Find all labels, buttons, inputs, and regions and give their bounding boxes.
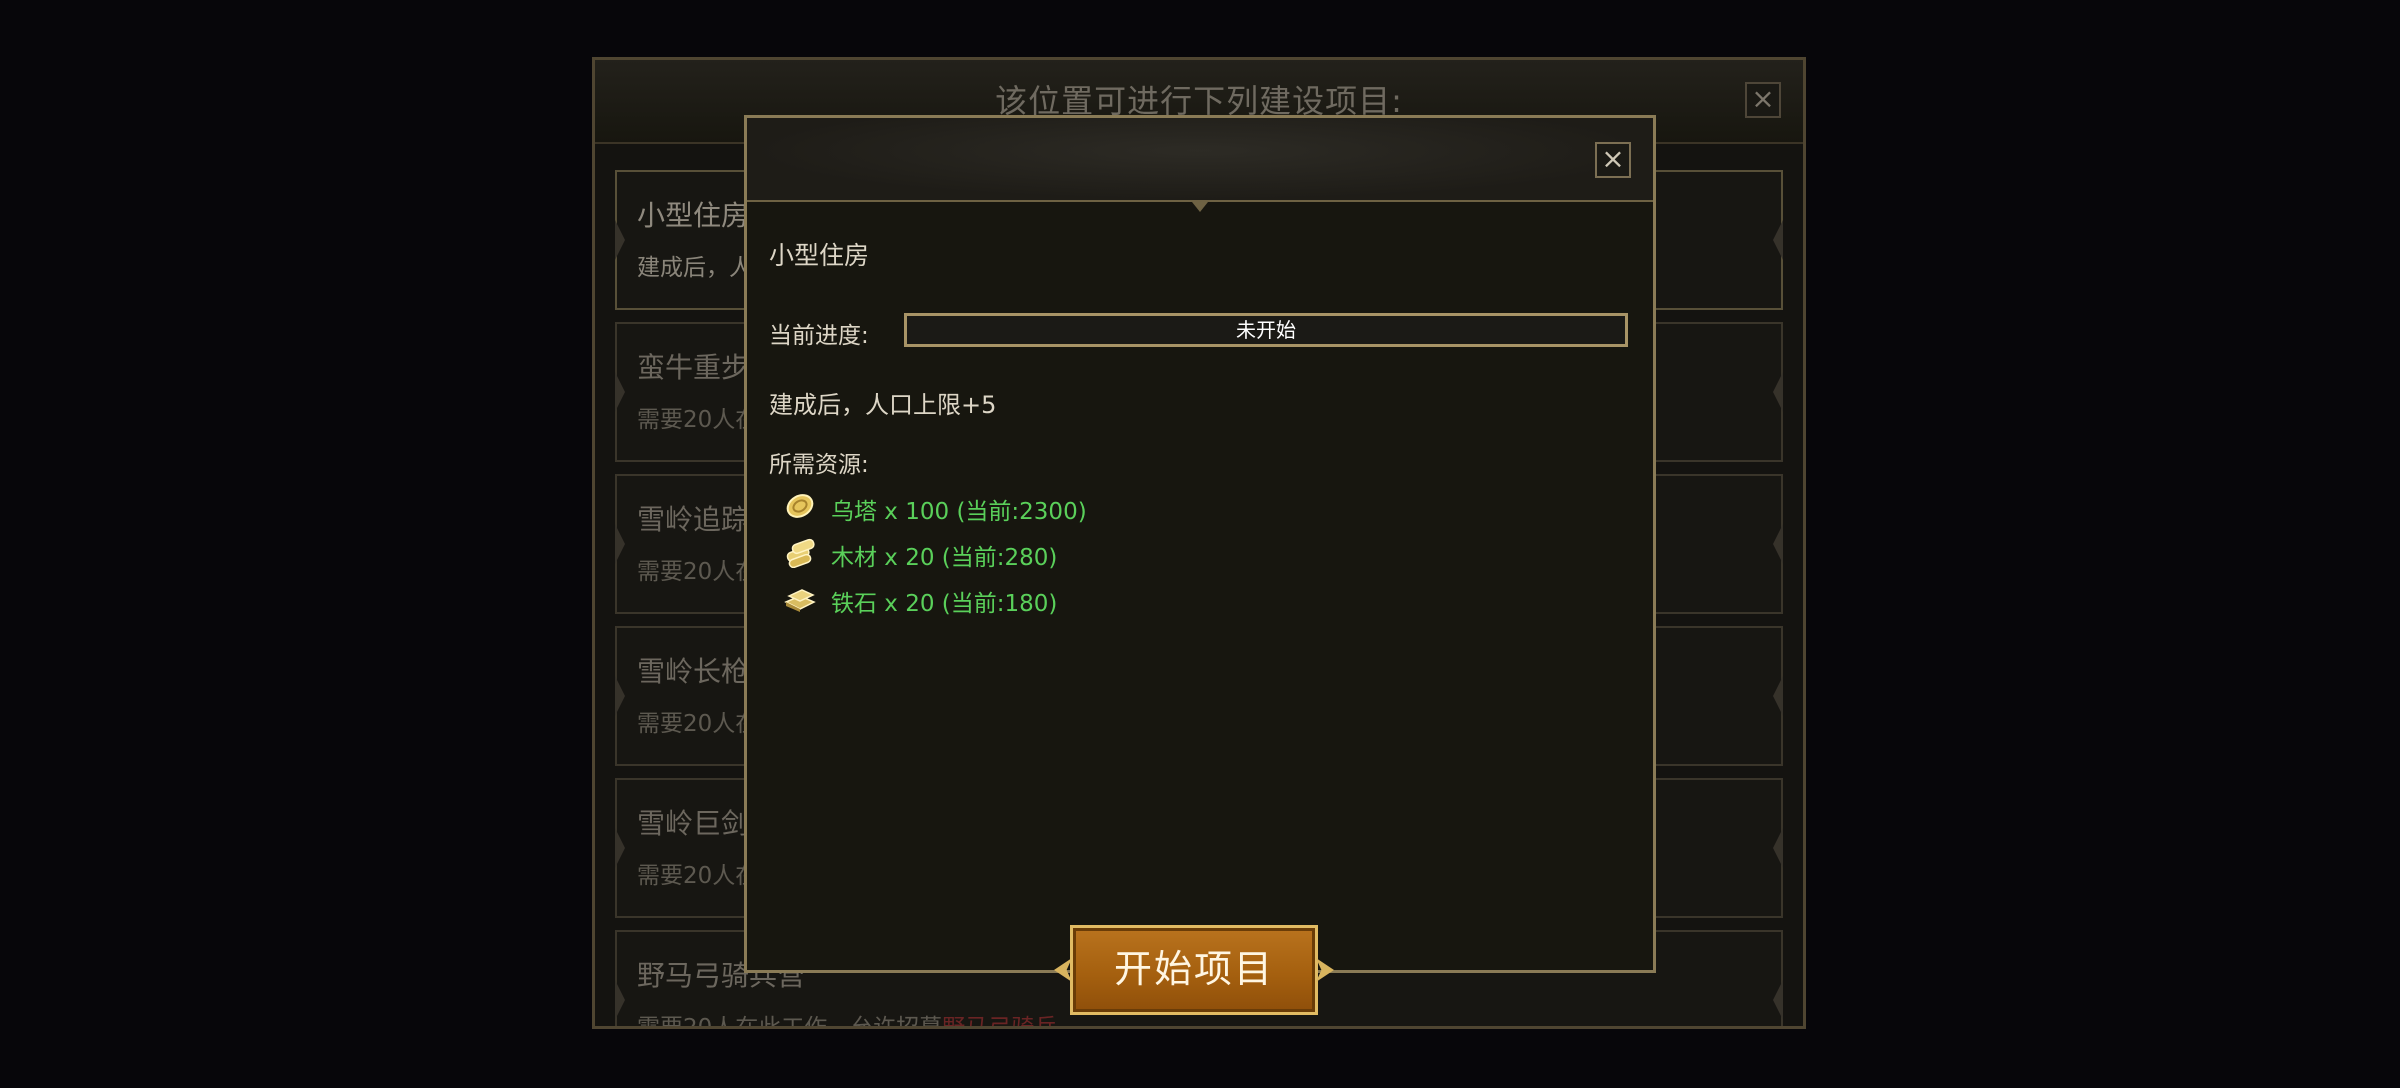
building-detail-dialog: × 小型住房 当前进度: 未开始 建成后，人口上限+5 所需资源: 乌塔 x 1… <box>744 115 1656 973</box>
item-ornament-right <box>1773 980 1783 1020</box>
item-ornament-left <box>615 372 625 412</box>
resource-text: 铁石 x 20 (当前:180) <box>831 591 1058 617</box>
building-title: 小型住房 <box>769 241 870 270</box>
item-ornament-left <box>615 676 625 716</box>
arrow-right-icon <box>1316 958 1334 982</box>
panel-close-button[interactable]: × <box>1745 82 1781 118</box>
item-ornament-left <box>615 828 625 868</box>
start-project-button[interactable]: 开始项目 <box>1070 925 1318 1015</box>
dialog-header: × <box>747 118 1653 212</box>
item-ornament-right <box>1773 220 1783 260</box>
resource-text: 乌塔 x 100 (当前:2300) <box>831 499 1087 525</box>
iron-ore-icon <box>784 589 816 612</box>
building-desc-highlight: 野马弓骑兵 <box>942 1015 1057 1026</box>
building-name: 小型住房 <box>637 199 750 232</box>
item-ornament-right <box>1773 676 1783 716</box>
progress-bar: 未开始 <box>904 313 1628 347</box>
building-desc-text: 需要20人在此工作，允许招募 <box>637 1015 942 1026</box>
item-ornament-right <box>1773 524 1783 564</box>
resource-text: 木材 x 20 (当前:280) <box>831 545 1058 571</box>
coin-icon <box>786 494 814 518</box>
building-effect: 建成后，人口上限+5 <box>769 391 997 419</box>
progress-text: 未开始 <box>1236 318 1296 342</box>
progress-label: 当前进度: <box>769 323 869 349</box>
dialog-close-button[interactable]: × <box>1595 142 1631 178</box>
item-ornament-left <box>615 220 625 260</box>
wood-icon <box>786 538 815 568</box>
building-desc: 需要20人在此工作，允许招募野马弓骑兵 <box>637 1008 1057 1026</box>
item-ornament-left <box>615 980 625 1020</box>
item-ornament-right <box>1773 372 1783 412</box>
item-ornament-right <box>1773 828 1783 868</box>
resources-title: 所需资源: <box>769 452 869 478</box>
start-button-wrapper: 开始项目 <box>1052 925 1336 1019</box>
item-ornament-left <box>615 524 625 564</box>
header-notch-ornament <box>1192 202 1208 212</box>
